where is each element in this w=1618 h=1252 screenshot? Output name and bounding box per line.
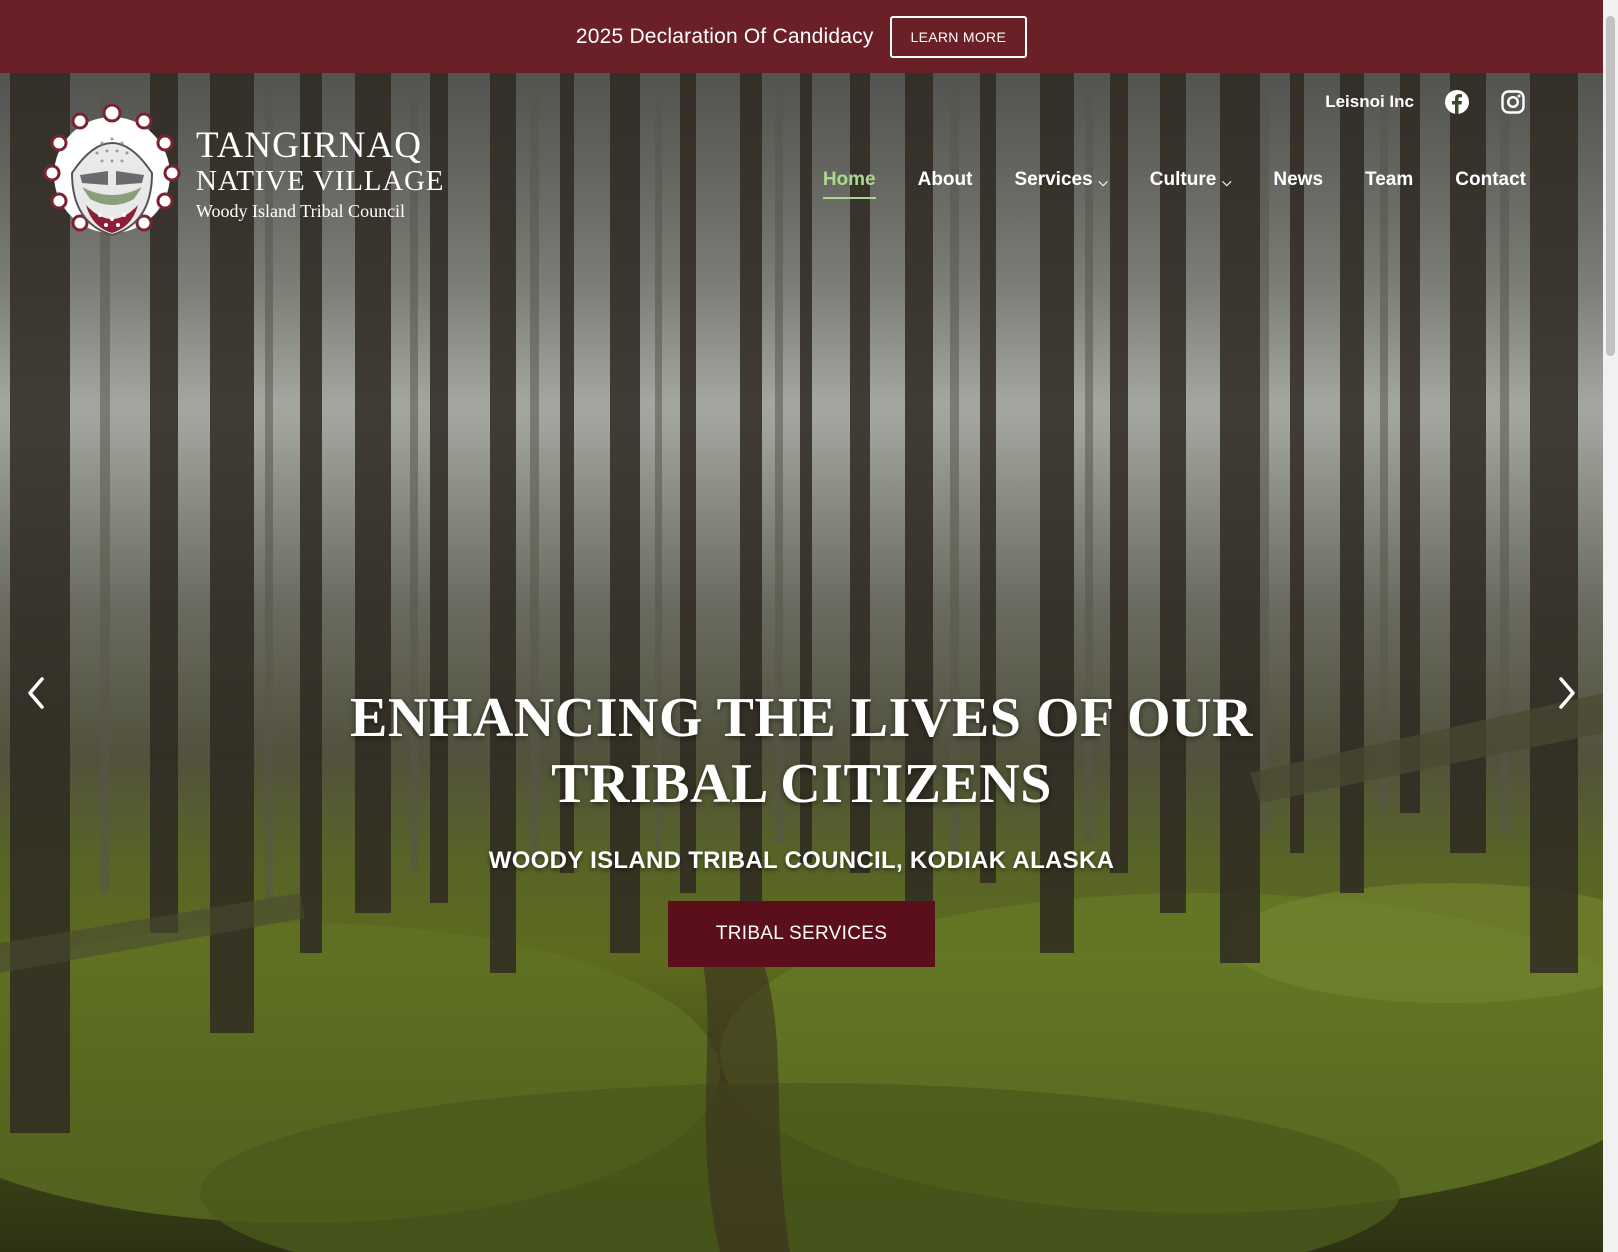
chevron-down-icon: ⌵ [1098, 174, 1108, 189]
hero-section: TANGIRNAQ NATIVE VILLAGE Woody Island Tr… [0, 73, 1603, 1252]
page-scrollbar[interactable] [1603, 0, 1618, 1252]
nav-item-home[interactable]: Home [822, 169, 876, 199]
tribal-services-button[interactable]: TRIBAL SERVICES [667, 901, 936, 967]
nav-item-about[interactable]: About [918, 169, 973, 199]
hero-heading: ENHANCING THE LIVES OF OUR TRIBAL CITIZE… [0, 685, 1603, 817]
nav-item-label: Home [822, 169, 876, 190]
instagram-icon[interactable] [1500, 89, 1526, 115]
nav-item-team[interactable]: Team [1365, 169, 1413, 199]
logo-wordmark: TANGIRNAQ NATIVE VILLAGE Woody Island Tr… [196, 127, 444, 220]
nav-item-label: About [917, 169, 973, 190]
chevron-down-icon: ⌵ [1222, 174, 1232, 189]
nav-item-label: Services [1014, 169, 1093, 190]
learn-more-button[interactable]: LEARN MORE [889, 15, 1028, 58]
hero-content: ENHANCING THE LIVES OF OUR TRIBAL CITIZE… [0, 685, 1603, 967]
hero-heading-line2: TRIBAL CITIZENS [551, 753, 1052, 815]
logo-tagline: Woody Island Tribal Council [196, 200, 406, 221]
facebook-icon[interactable] [1444, 89, 1470, 115]
nav-item-news[interactable]: News [1273, 169, 1323, 199]
nav-item-contact[interactable]: Contact [1455, 169, 1526, 199]
nav-item-label: News [1273, 169, 1324, 190]
nav-item-label: Culture [1149, 169, 1217, 190]
mask-logo-icon [43, 103, 181, 237]
announcement-bar: 2025 Declaration Of Candidacy LEARN MORE [0, 0, 1603, 73]
announcement-text: 2025 Declaration Of Candidacy [575, 24, 874, 48]
main-navigation: Home About Services ⌵ Culture ⌵ News Tea… [822, 169, 1526, 199]
nav-item-label: Contact [1455, 169, 1526, 190]
logo-title: TANGIRNAQ [196, 124, 422, 166]
forest-background-image [0, 73, 1603, 1252]
nav-item-culture[interactable]: Culture ⌵ [1150, 169, 1232, 199]
utility-links: Leisnoi Inc [1325, 89, 1526, 115]
hero-heading-line1: ENHANCING THE LIVES OF OUR [350, 687, 1253, 749]
nav-item-label: Team [1365, 169, 1414, 190]
leisnoi-link[interactable]: Leisnoi Inc [1325, 92, 1414, 112]
hero-subtitle: WOODY ISLAND TRIBAL COUNCIL, KODIAK ALAS… [488, 847, 1115, 874]
site-logo[interactable]: TANGIRNAQ NATIVE VILLAGE Woody Island Tr… [42, 103, 444, 243]
scrollbar-thumb[interactable] [1606, 16, 1615, 356]
nav-item-services[interactable]: Services ⌵ [1014, 169, 1107, 199]
logo-subtitle: NATIVE VILLAGE [196, 164, 445, 197]
